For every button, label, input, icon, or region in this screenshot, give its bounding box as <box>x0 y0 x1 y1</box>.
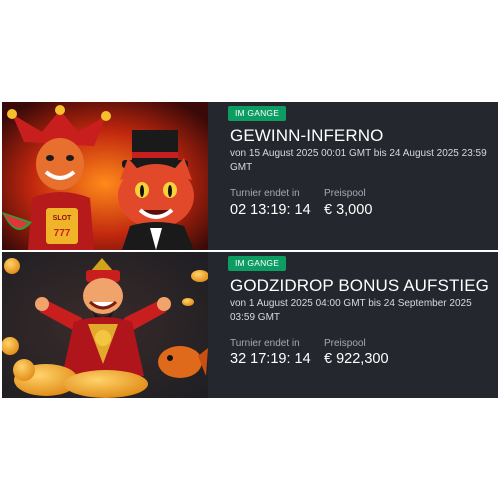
svg-text:777: 777 <box>54 228 71 239</box>
jester-and-cat-illustration: SLOT 777 <box>2 102 208 250</box>
tournament-info: IM GANGE GEWINN-INFERNO von 15 August 20… <box>228 102 492 250</box>
tournament-title[interactable]: GODZIDROP BONUS AUFSTIEG <box>230 276 489 296</box>
status-badge: IM GANGE <box>228 256 287 271</box>
ends-in-countdown: 02 13:19: 14 <box>230 202 311 218</box>
tournament-dates: von 1 August 2025 04:00 GMT bis 24 Septe… <box>230 298 472 323</box>
tournament-card[interactable]: IM GANGE GODZIDROP BONUS AUFSTIEG von 1 … <box>2 252 498 398</box>
svg-text:SLOT: SLOT <box>53 215 72 222</box>
tournament-info: IM GANGE GODZIDROP BONUS AUFSTIEG von 1 … <box>228 252 492 398</box>
prize-pool-value: € 922,300 <box>324 351 389 367</box>
ends-in-label: Turnier endet in <box>230 338 300 349</box>
tournament-dates: von 15 August 2025 00:01 GMT bis 24 Augu… <box>230 148 487 173</box>
ends-in-label: Turnier endet in <box>230 188 300 199</box>
status-badge: IM GANGE <box>228 106 287 121</box>
prize-pool-value: € 3,000 <box>324 202 373 218</box>
tournament-title[interactable]: GEWINN-INFERNO <box>230 126 383 146</box>
tournament-banner-image[interactable]: SLOT 777 <box>2 102 208 250</box>
fortune-god-illustration <box>2 252 208 398</box>
tournament-card[interactable]: SLOT 777 IM GANGE GEWINN-INFERNO von 15 … <box>2 102 498 250</box>
prize-pool-label: Preispool <box>324 338 366 349</box>
ends-in-countdown: 32 17:19: 14 <box>230 351 311 367</box>
prize-pool-label: Preispool <box>324 188 366 199</box>
tournament-banner-image[interactable] <box>2 252 208 398</box>
